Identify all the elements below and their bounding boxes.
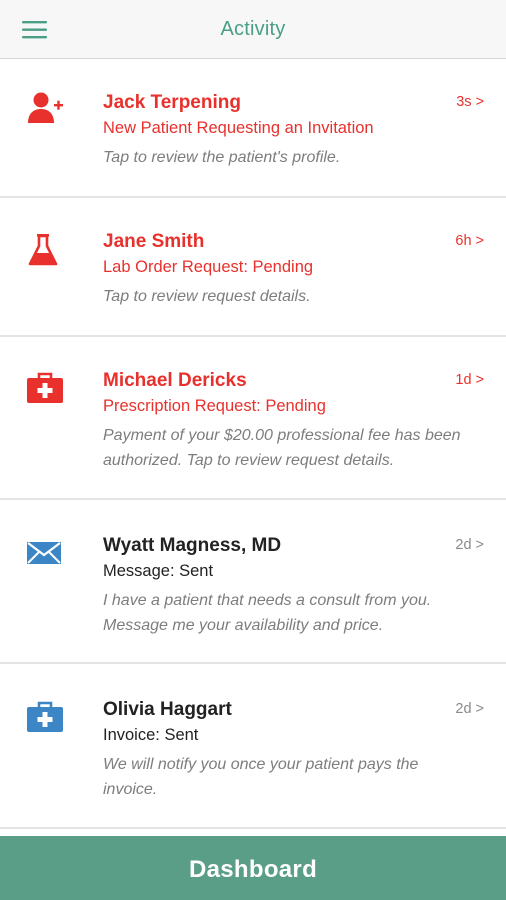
timestamp: 2d > bbox=[455, 537, 484, 553]
activity-item[interactable]: Michael Dericks Prescription Request: Pe… bbox=[0, 337, 506, 500]
activity-list: Jack Terpening New Patient Requesting an… bbox=[0, 59, 506, 829]
envelope-icon bbox=[26, 539, 64, 573]
activity-description: We will notify you once your patient pay… bbox=[103, 756, 419, 798]
add-user-icon bbox=[26, 91, 64, 125]
dashboard-button[interactable]: Dashboard bbox=[0, 836, 506, 900]
contact-name: Jack Terpening bbox=[103, 92, 241, 113]
contact-name: Jane Smith bbox=[103, 231, 205, 252]
activity-description: Tap to review request details. bbox=[103, 288, 311, 305]
page-title: Activity bbox=[220, 18, 286, 40]
activity-status: Message: Sent bbox=[103, 562, 214, 580]
activity-item[interactable]: Jack Terpening New Patient Requesting an… bbox=[0, 59, 506, 198]
medical-kit-icon bbox=[26, 700, 64, 734]
nav-bar: Activity bbox=[0, 0, 506, 59]
contact-name: Wyatt Magness, MD bbox=[103, 535, 282, 556]
activity-description: Tap to review the patient's profile. bbox=[103, 149, 341, 166]
activity-item[interactable]: Wyatt Magness, MD Message: Sent I have a… bbox=[0, 500, 506, 664]
activity-description: Payment of your $20.00 professional fee … bbox=[103, 427, 461, 469]
timestamp: 3s > bbox=[456, 94, 484, 110]
timestamp: 1d > bbox=[455, 372, 484, 388]
timestamp: 2d > bbox=[455, 701, 484, 717]
timestamp: 6h > bbox=[455, 233, 484, 249]
lab-flask-icon bbox=[26, 233, 64, 267]
activity-screen: Activity Jack Terpening New Patient Requ… bbox=[0, 0, 506, 900]
contact-name: Michael Dericks bbox=[103, 370, 247, 391]
activity-item[interactable]: Olivia Haggart Invoice: Sent We will not… bbox=[0, 664, 506, 829]
activity-status: Lab Order Request: Pending bbox=[103, 258, 314, 276]
activity-status: New Patient Requesting an Invitation bbox=[103, 119, 374, 137]
activity-item[interactable]: Jane Smith Lab Order Request: Pending Ta… bbox=[0, 198, 506, 337]
contact-name: Olivia Haggart bbox=[103, 699, 232, 720]
activity-description: I have a patient that needs a consult fr… bbox=[103, 592, 432, 634]
activity-status: Invoice: Sent bbox=[103, 726, 199, 744]
activity-status: Prescription Request: Pending bbox=[103, 397, 326, 415]
medical-kit-icon bbox=[26, 371, 64, 405]
dashboard-button-label: Dashboard bbox=[188, 856, 318, 883]
